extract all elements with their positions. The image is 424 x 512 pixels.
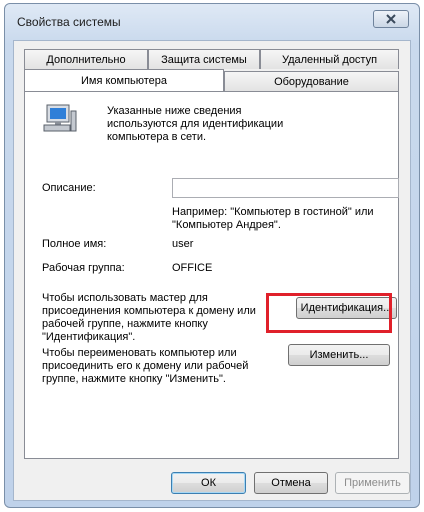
- apply-button: Применить: [335, 472, 410, 494]
- network-id-text: Чтобы использовать мастер для присоедине…: [42, 292, 256, 343]
- window-title: Свойства системы: [17, 15, 121, 29]
- system-properties-window: Свойства системы Дополнительно Защита си…: [4, 3, 420, 508]
- description-example: Например: "Компьютер в гостиной" или "Ко…: [172, 206, 374, 231]
- ok-button[interactable]: ОК: [171, 472, 246, 494]
- cancel-button[interactable]: Отмена: [254, 472, 328, 494]
- intro-text: Указанные ниже сведения используются для…: [107, 105, 284, 143]
- close-icon: [386, 14, 396, 24]
- full-name-value: user: [172, 238, 194, 250]
- tab-label: Удаленный доступ: [281, 53, 378, 66]
- workgroup-value: OFFICE: [172, 262, 213, 274]
- dialog-client-area: Дополнительно Защита системы Удаленный д…: [13, 40, 411, 501]
- tab-computer-name[interactable]: Имя компьютера: [24, 69, 224, 91]
- network-id-button[interactable]: Идентификация...: [296, 297, 397, 319]
- tab-label: Дополнительно: [46, 53, 126, 66]
- change-button[interactable]: Изменить...: [288, 344, 390, 366]
- computer-icon: [43, 104, 77, 132]
- tab-remote[interactable]: Удаленный доступ: [260, 49, 399, 69]
- tab-system-protection[interactable]: Защита системы: [148, 49, 260, 69]
- description-label: Описание:: [42, 182, 96, 194]
- tab-hardware[interactable]: Оборудование: [224, 71, 399, 91]
- close-button[interactable]: [373, 10, 409, 28]
- tab-label: Защита системы: [161, 53, 247, 66]
- tab-label: Имя компьютера: [80, 74, 168, 87]
- workgroup-label: Рабочая группа:: [42, 262, 125, 274]
- description-input[interactable]: [172, 178, 399, 198]
- rename-text: Чтобы переименовать компьютер или присое…: [42, 347, 249, 385]
- computer-name-panel: Указанные ниже сведения используются для…: [24, 91, 399, 459]
- title-bar[interactable]: Свойства системы: [5, 4, 419, 40]
- full-name-label: Полное имя:: [42, 238, 107, 250]
- tab-label: Оборудование: [274, 75, 349, 88]
- tab-advanced[interactable]: Дополнительно: [24, 49, 148, 69]
